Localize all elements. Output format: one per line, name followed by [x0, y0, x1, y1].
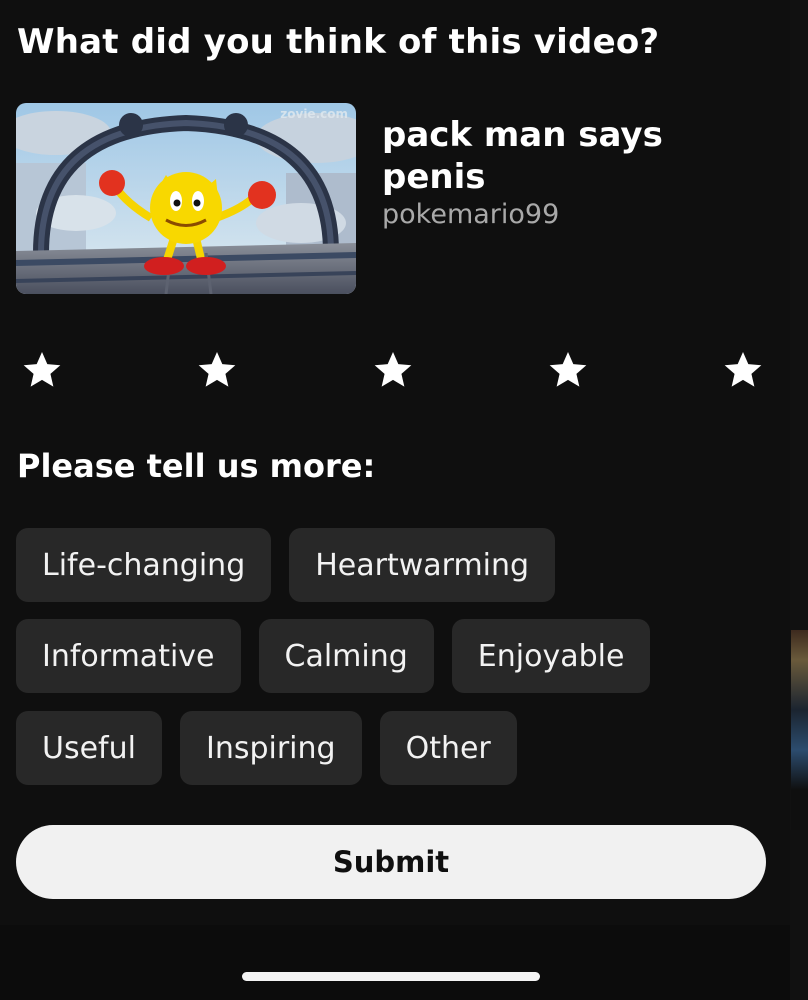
submit-button[interactable]: Submit: [16, 825, 766, 899]
chip-row-1: Life-changing Heartwarming: [16, 528, 556, 602]
background-video-edge: [791, 630, 808, 830]
chip-enjoyable[interactable]: Enjoyable: [451, 619, 651, 693]
star-icon[interactable]: [721, 348, 765, 392]
chip-useful[interactable]: Useful: [16, 711, 162, 785]
home-indicator[interactable]: [242, 972, 540, 981]
prompt-title: What did you think of this video?: [17, 22, 660, 62]
chip-heartwarming[interactable]: Heartwarming: [289, 528, 556, 602]
video-title: pack man says penis: [382, 115, 663, 197]
chip-calming[interactable]: Calming: [258, 619, 434, 693]
chip-informative[interactable]: Informative: [16, 619, 241, 693]
video-thumbnail: zovie.com: [16, 103, 356, 294]
chip-inspiring[interactable]: Inspiring: [179, 711, 362, 785]
feedback-sheet: What did you think of this video? zovie.…: [0, 0, 790, 925]
background-edge: [790, 0, 808, 1000]
star-icon[interactable]: [20, 348, 64, 392]
star-icon[interactable]: [546, 348, 590, 392]
star-rating: [20, 348, 765, 392]
chip-other[interactable]: Other: [379, 711, 517, 785]
star-icon[interactable]: [195, 348, 239, 392]
chip-life-changing[interactable]: Life-changing: [16, 528, 272, 602]
tell-more-heading: Please tell us more:: [17, 447, 376, 485]
chip-row-3: Useful Inspiring Other: [16, 711, 517, 785]
star-icon[interactable]: [371, 348, 415, 392]
thumbnail-scene: [16, 103, 356, 294]
thumbnail-watermark: zovie.com: [280, 107, 348, 121]
chip-row-2: Informative Calming Enjoyable: [16, 619, 651, 693]
channel-name: pokemario99: [382, 199, 560, 230]
